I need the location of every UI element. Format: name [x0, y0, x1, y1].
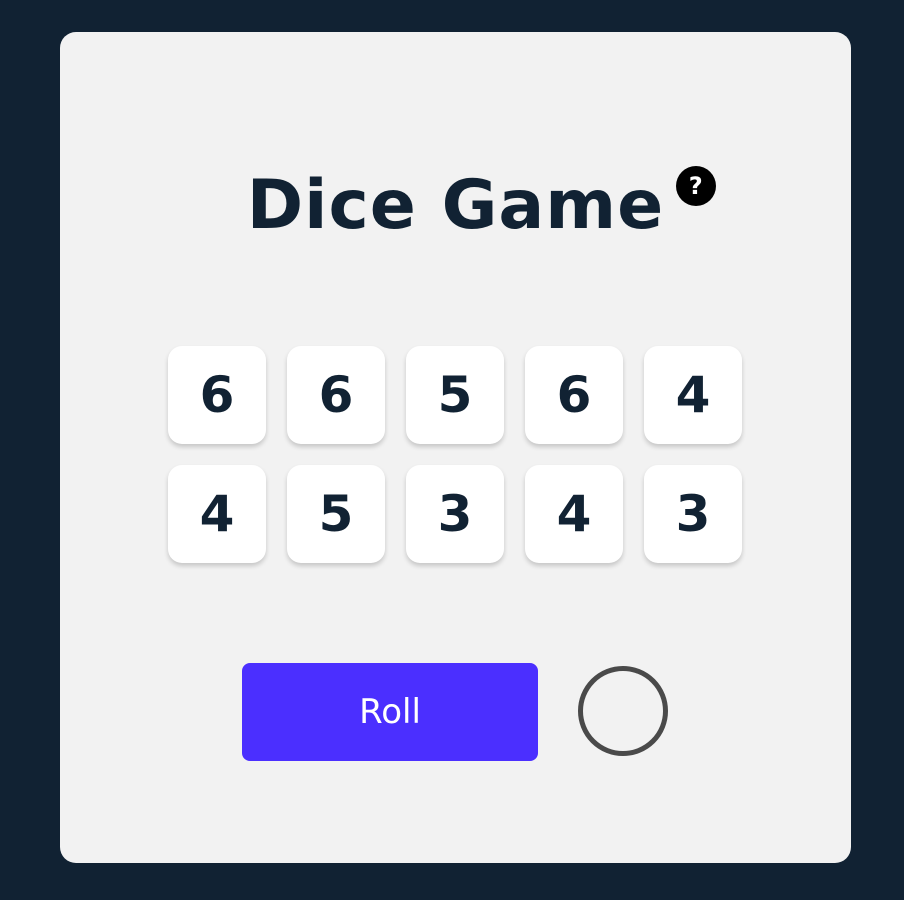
help-icon[interactable]: ?: [676, 166, 717, 206]
game-card: Dice Game ? 6 6 5 6 4 4 5 3 4 3 Roll: [60, 32, 851, 863]
die-10[interactable]: 3: [644, 465, 742, 563]
die-8[interactable]: 3: [406, 465, 504, 563]
page-title: Dice Game ?: [247, 166, 717, 240]
die-2[interactable]: 6: [287, 346, 385, 444]
die-1[interactable]: 6: [168, 346, 266, 444]
die-6[interactable]: 4: [168, 465, 266, 563]
title-text: Dice Game: [246, 166, 665, 245]
die-3[interactable]: 5: [406, 346, 504, 444]
die-4[interactable]: 6: [525, 346, 623, 444]
title-area: Dice Game ?: [60, 166, 851, 240]
die-5[interactable]: 4: [644, 346, 742, 444]
die-7[interactable]: 5: [287, 465, 385, 563]
die-9[interactable]: 4: [525, 465, 623, 563]
status-indicator: [578, 666, 668, 756]
dice-grid: 6 6 5 6 4 4 5 3 4 3: [168, 346, 742, 563]
roll-button[interactable]: Roll: [242, 663, 538, 761]
